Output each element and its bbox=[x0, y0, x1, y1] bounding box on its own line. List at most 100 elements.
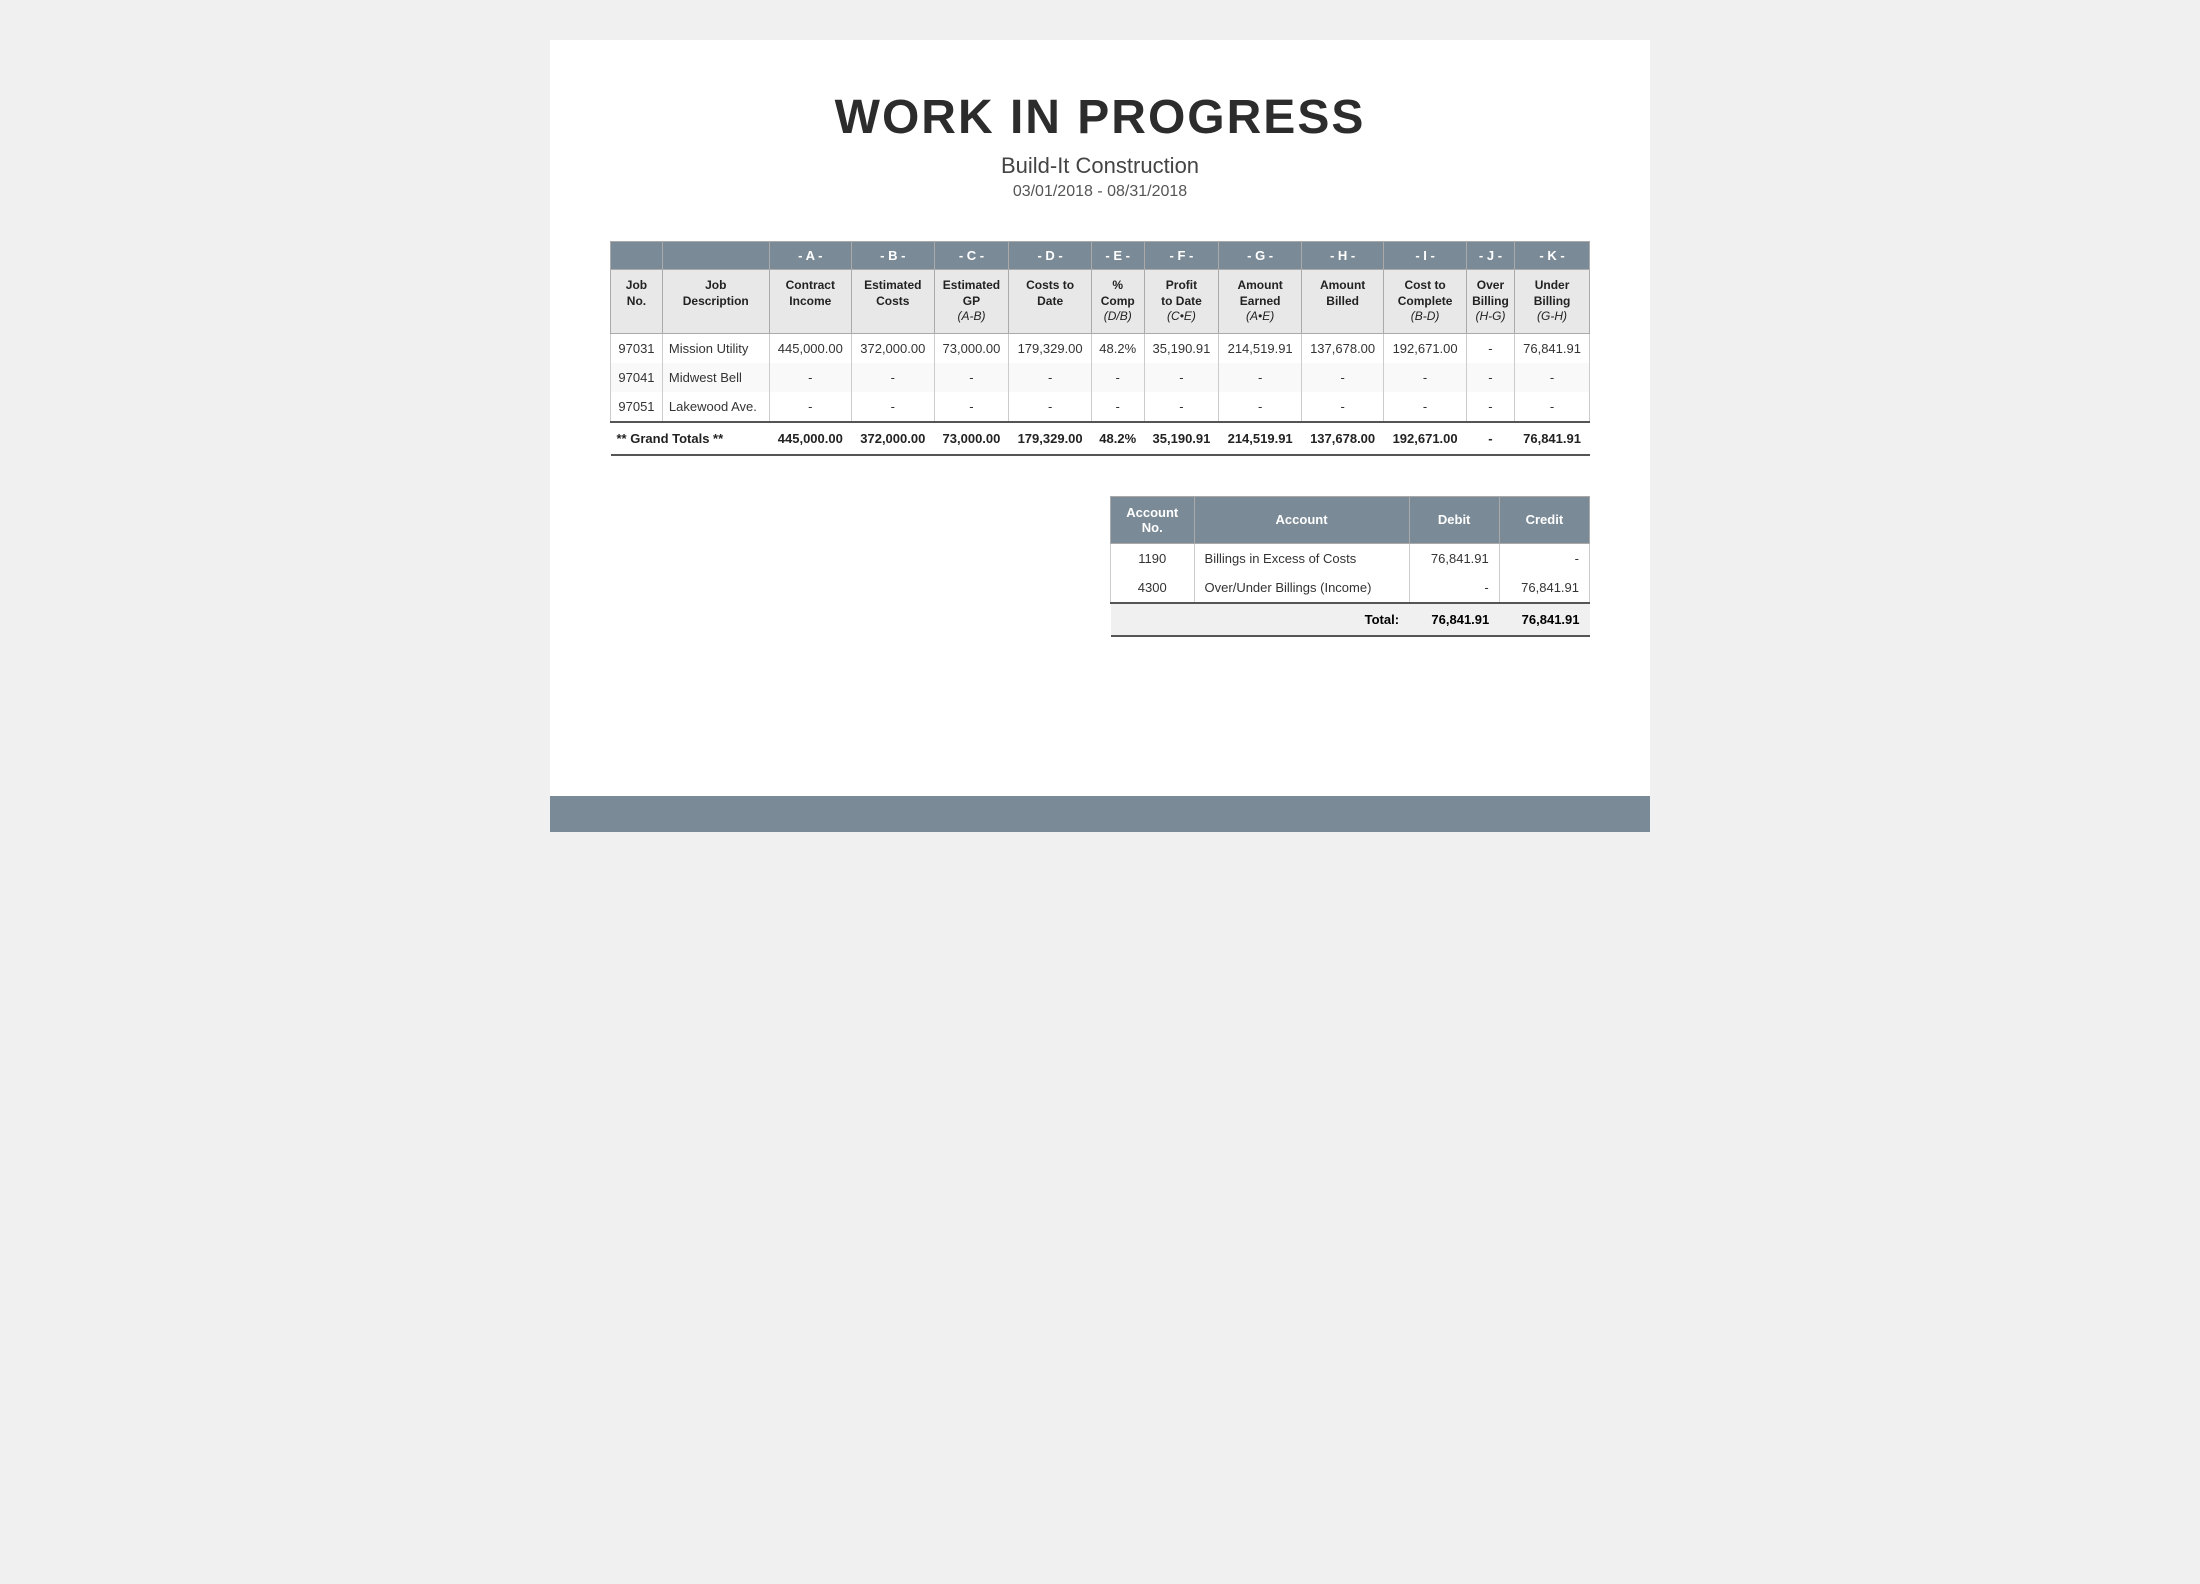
estimated-costs: 372,000.00 bbox=[852, 333, 934, 363]
col-job-no: JobNo. bbox=[611, 270, 663, 334]
cost-to-complete: - bbox=[1384, 392, 1466, 422]
account-table: AccountNo. Account Debit Credit 1190 Bil… bbox=[1110, 496, 1590, 637]
col-cost-to-complete: Cost toComplete(B-D) bbox=[1384, 270, 1466, 334]
amount-billed: - bbox=[1301, 392, 1383, 422]
col-d: - D - bbox=[1009, 242, 1091, 270]
totals-amount-billed: 137,678.00 bbox=[1301, 422, 1383, 455]
amount-earned: - bbox=[1219, 363, 1301, 392]
blank-col-1 bbox=[611, 242, 663, 270]
pct-comp: 48.2% bbox=[1091, 333, 1144, 363]
costs-to-date: - bbox=[1009, 363, 1091, 392]
contract-income: - bbox=[769, 363, 851, 392]
account-header-row: AccountNo. Account Debit Credit bbox=[1111, 496, 1590, 543]
estimated-costs: - bbox=[852, 363, 934, 392]
estimated-gp: - bbox=[934, 363, 1009, 392]
account-debit: 76,841.91 bbox=[1409, 543, 1499, 573]
totals-label: ** Grand Totals ** bbox=[611, 422, 770, 455]
col-e: - E - bbox=[1091, 242, 1144, 270]
wip-table-body: 97031 Mission Utility 445,000.00 372,000… bbox=[611, 333, 1590, 422]
account-no: 4300 bbox=[1111, 573, 1195, 603]
page-container: WORK IN PROGRESS Build-It Construction 0… bbox=[550, 40, 1650, 832]
col-credit: Credit bbox=[1499, 496, 1589, 543]
totals-profit-to-date: 35,190.91 bbox=[1144, 422, 1219, 455]
report-date: 03/01/2018 - 08/31/2018 bbox=[610, 183, 1590, 201]
account-table-body: 1190 Billings in Excess of Costs 76,841.… bbox=[1111, 543, 1590, 603]
job-description: Midwest Bell bbox=[662, 363, 769, 392]
col-amount-billed: AmountBilled bbox=[1301, 270, 1383, 334]
blank-col-2 bbox=[662, 242, 769, 270]
amount-earned: - bbox=[1219, 392, 1301, 422]
account-credit: - bbox=[1499, 543, 1589, 573]
over-billing: - bbox=[1466, 392, 1514, 422]
profit-to-date: - bbox=[1144, 363, 1219, 392]
job-description: Mission Utility bbox=[662, 333, 769, 363]
account-name: Over/Under Billings (Income) bbox=[1194, 573, 1409, 603]
job-no: 97041 bbox=[611, 363, 663, 392]
col-i: - I - bbox=[1384, 242, 1466, 270]
contract-income: 445,000.00 bbox=[769, 333, 851, 363]
amount-billed: 137,678.00 bbox=[1301, 333, 1383, 363]
totals-over-billing: - bbox=[1466, 422, 1514, 455]
account-name: Billings in Excess of Costs bbox=[1194, 543, 1409, 573]
job-description: Lakewood Ave. bbox=[662, 392, 769, 422]
col-b: - B - bbox=[852, 242, 934, 270]
col-job-desc: JobDescription bbox=[662, 270, 769, 334]
col-f: - F - bbox=[1144, 242, 1219, 270]
cost-to-complete: 192,671.00 bbox=[1384, 333, 1466, 363]
pct-comp: - bbox=[1091, 392, 1144, 422]
col-contract-income: ContractIncome bbox=[769, 270, 851, 334]
report-subtitle: Build-It Construction bbox=[610, 153, 1590, 179]
table-row: 97031 Mission Utility 445,000.00 372,000… bbox=[611, 333, 1590, 363]
account-row: 4300 Over/Under Billings (Income) - 76,8… bbox=[1111, 573, 1590, 603]
col-estimated-gp: EstimatedGP(A-B) bbox=[934, 270, 1009, 334]
pct-comp: - bbox=[1091, 363, 1144, 392]
costs-to-date: - bbox=[1009, 392, 1091, 422]
column-header-row: JobNo. JobDescription ContractIncome Est… bbox=[611, 270, 1590, 334]
letter-header-row: - A - - B - - C - - D - - E - - F - - G … bbox=[611, 242, 1590, 270]
under-billing: - bbox=[1515, 392, 1590, 422]
account-totals-row: Total: 76,841.91 76,841.91 bbox=[1111, 603, 1590, 636]
profit-to-date: - bbox=[1144, 392, 1219, 422]
account-total-debit: 76,841.91 bbox=[1409, 603, 1499, 636]
over-billing: - bbox=[1466, 333, 1514, 363]
amount-earned: 214,519.91 bbox=[1219, 333, 1301, 363]
amount-billed: - bbox=[1301, 363, 1383, 392]
account-debit: - bbox=[1409, 573, 1499, 603]
table-row: 97051 Lakewood Ave. - - - - - - - - - - … bbox=[611, 392, 1590, 422]
col-debit: Debit bbox=[1409, 496, 1499, 543]
account-total-credit: 76,841.91 bbox=[1499, 603, 1589, 636]
totals-estimated-costs: 372,000.00 bbox=[852, 422, 934, 455]
estimated-gp: 73,000.00 bbox=[934, 333, 1009, 363]
col-costs-to-date: Costs toDate bbox=[1009, 270, 1091, 334]
estimated-costs: - bbox=[852, 392, 934, 422]
col-c: - C - bbox=[934, 242, 1009, 270]
wip-table: - A - - B - - C - - D - - E - - F - - G … bbox=[610, 241, 1590, 456]
col-estimated-costs: EstimatedCosts bbox=[852, 270, 934, 334]
col-over-billing: OverBilling(H-G) bbox=[1466, 270, 1514, 334]
col-h: - H - bbox=[1301, 242, 1383, 270]
report-title: WORK IN PROGRESS bbox=[610, 90, 1590, 145]
col-account-no: AccountNo. bbox=[1111, 496, 1195, 543]
table-row: 97041 Midwest Bell - - - - - - - - - - - bbox=[611, 363, 1590, 392]
col-under-billing: UnderBilling(G-H) bbox=[1515, 270, 1590, 334]
job-no: 97051 bbox=[611, 392, 663, 422]
account-credit: 76,841.91 bbox=[1499, 573, 1589, 603]
contract-income: - bbox=[769, 392, 851, 422]
footer-bar bbox=[550, 796, 1650, 832]
under-billing: 76,841.91 bbox=[1515, 333, 1590, 363]
report-header: WORK IN PROGRESS Build-It Construction 0… bbox=[610, 90, 1590, 201]
col-g: - G - bbox=[1219, 242, 1301, 270]
col-a: - A - bbox=[769, 242, 851, 270]
over-billing: - bbox=[1466, 363, 1514, 392]
col-pct-comp: %Comp(D/B) bbox=[1091, 270, 1144, 334]
col-k: - K - bbox=[1515, 242, 1590, 270]
account-row: 1190 Billings in Excess of Costs 76,841.… bbox=[1111, 543, 1590, 573]
cost-to-complete: - bbox=[1384, 363, 1466, 392]
totals-estimated-gp: 73,000.00 bbox=[934, 422, 1009, 455]
col-account: Account bbox=[1194, 496, 1409, 543]
job-no: 97031 bbox=[611, 333, 663, 363]
account-totals-label: Total: bbox=[1111, 603, 1410, 636]
totals-cost-to-complete: 192,671.00 bbox=[1384, 422, 1466, 455]
account-section: AccountNo. Account Debit Credit 1190 Bil… bbox=[610, 496, 1590, 637]
totals-contract-income: 445,000.00 bbox=[769, 422, 851, 455]
